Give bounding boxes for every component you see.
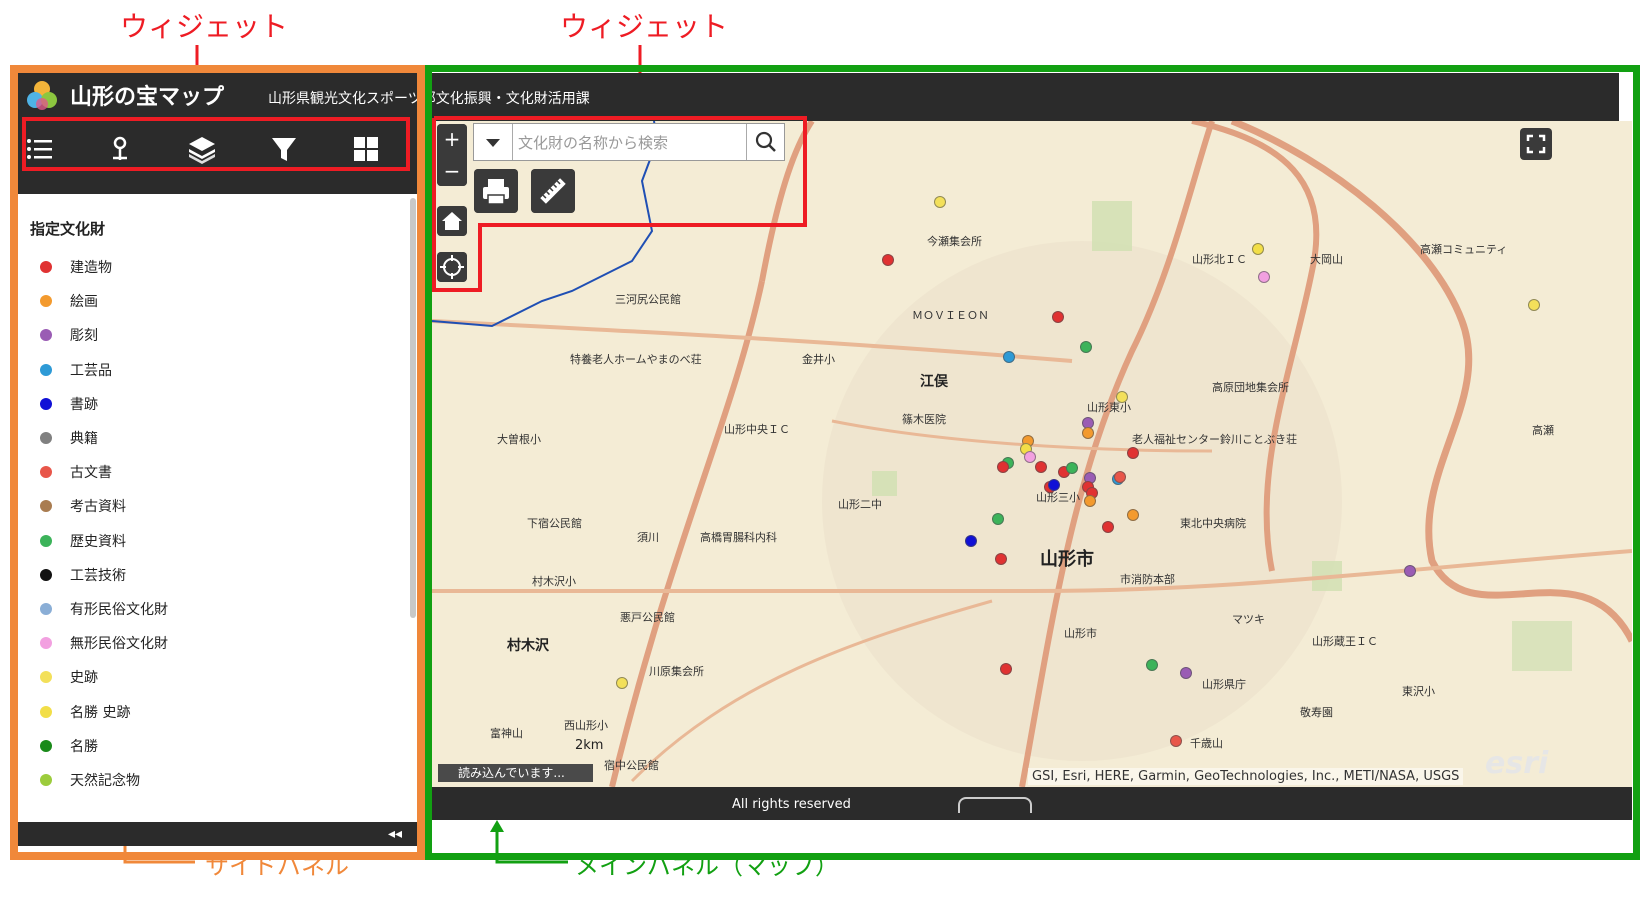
side-panel-frame (10, 65, 425, 860)
main-panel-frame (425, 65, 1640, 860)
